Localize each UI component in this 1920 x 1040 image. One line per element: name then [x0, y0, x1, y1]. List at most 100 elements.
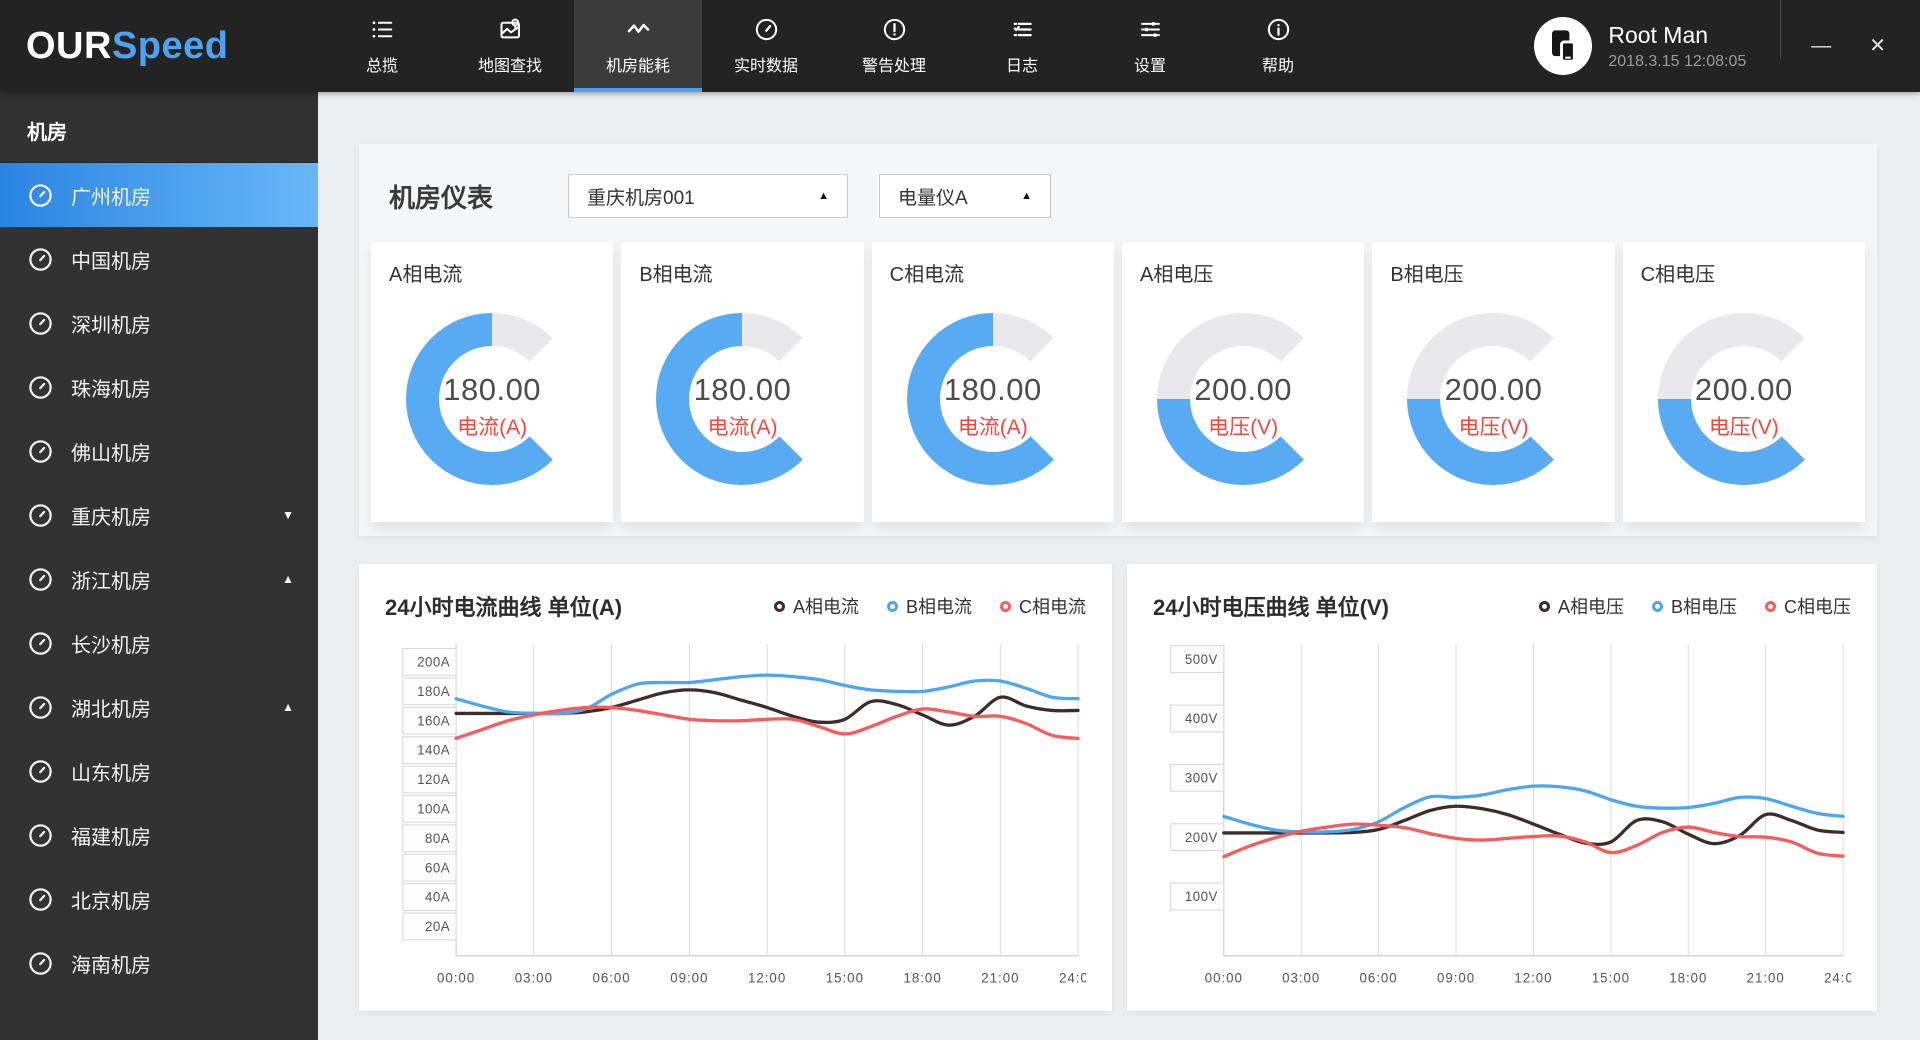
legend-label: B相电流 — [905, 597, 972, 617]
nav-item-overview[interactable]: 总揽 — [318, 0, 446, 92]
svg-text:100A: 100A — [417, 801, 450, 816]
nav-item-label: 实时数据 — [733, 58, 798, 75]
legend-item[interactable]: B相电压 — [1651, 593, 1737, 619]
gauge: 200.00 电压(V) — [1157, 313, 1330, 485]
nav-item-realtime[interactable]: 实时数据 — [702, 0, 830, 92]
gauge: 180.00 电流(A) — [656, 313, 829, 485]
meters-header: 机房仪表 重庆机房001 ▲ 电量仪A ▲ — [371, 170, 1865, 242]
legend-item[interactable]: B相电流 — [886, 593, 972, 619]
gauge-value: 180.00 — [693, 371, 792, 407]
svg-text:24:00: 24:00 — [1824, 970, 1851, 985]
legend-item[interactable]: C相电流 — [1000, 593, 1086, 619]
gauge-card: A相电压 200.00 电压(V) — [1121, 242, 1365, 522]
chevron-up-icon[interactable]: ▲ — [282, 700, 294, 714]
chevron-up-icon[interactable]: ▲ — [282, 572, 294, 586]
list-icon — [369, 16, 396, 43]
gauge-icon — [27, 630, 54, 657]
svg-text:21:00: 21:00 — [1747, 970, 1785, 985]
gauge-unit-label: 电流(A) — [957, 415, 1028, 439]
meter-select-value: 电量仪A — [898, 187, 968, 209]
svg-text:20A: 20A — [425, 919, 451, 934]
sidebar-item[interactable]: 佛山机房 — [0, 419, 318, 483]
sidebar-item[interactable]: 深圳机房 — [0, 291, 318, 355]
charts-row: 24小时电流曲线 单位(A) A相电流 B相电流 C相电流 00:00 03:00 06… — [359, 564, 1877, 1011]
nav-item-label: 机房能耗 — [605, 58, 670, 75]
sidebar-item[interactable]: 山东机房 — [0, 739, 318, 803]
voltage-chart-svg: 00:00 03:00 06:00 09:00 12:00 15:00 18:00 21:00… — [1170, 644, 1851, 986]
gauge-unit-label: 电流(A) — [457, 415, 528, 439]
sidebar-item-label: 山东机房 — [71, 762, 151, 785]
gauge-value: 180.00 — [943, 371, 1042, 407]
gauge: 180.00 电流(A) — [406, 313, 579, 485]
gauge: 200.00 电压(V) — [1657, 313, 1830, 485]
speedometer-icon — [753, 16, 780, 43]
chart-legend: A相电流 B相电流 C相电流 — [773, 593, 1086, 619]
sidebar-item[interactable]: 广州机房 — [0, 163, 318, 227]
sidebar-item[interactable]: 重庆机房 ▼ — [0, 483, 318, 547]
header-divider — [1780, 0, 1782, 58]
legend-item[interactable]: A相电流 — [773, 593, 859, 619]
gauge-icon — [27, 694, 54, 721]
legend-item[interactable]: A相电压 — [1538, 593, 1624, 619]
legend-marker-icon — [1765, 600, 1776, 612]
svg-text:140A: 140A — [417, 742, 450, 757]
chevron-down-icon[interactable]: ▼ — [282, 508, 294, 522]
legend-label: A相电流 — [792, 597, 859, 617]
meters-panel: 机房仪表 重庆机房001 ▲ 电量仪A ▲ A相电流 180.00 电流(A) … — [359, 144, 1877, 536]
sidebar-item-label: 佛山机房 — [71, 442, 151, 465]
gauge-unit-label: 电压(V) — [1208, 415, 1279, 439]
user-block[interactable]: Root Man 2018.3.15 12:08:05 — [1534, 0, 1746, 92]
logo-part-our: OUR — [26, 24, 112, 67]
minimize-button[interactable]: — — [1811, 36, 1831, 56]
svg-text:100V: 100V — [1185, 889, 1218, 904]
gauge-card-title: B相电压 — [1390, 264, 1464, 286]
sidebar-item-label: 广州机房 — [71, 186, 151, 209]
chart-title: 24小时电压曲线 单位(V) — [1153, 595, 1389, 620]
svg-text:15:00: 15:00 — [1592, 970, 1630, 985]
nav-item-alerts[interactable]: 警告处理 — [830, 0, 958, 92]
nav-item-settings[interactable]: 设置 — [1086, 0, 1214, 92]
legend-label: C相电压 — [1784, 597, 1851, 617]
app-logo: OUR Speed — [0, 0, 318, 92]
svg-text:500V: 500V — [1185, 652, 1218, 667]
svg-text:200A: 200A — [417, 654, 450, 669]
svg-text:300V: 300V — [1185, 770, 1218, 785]
gauge-card: C相电压 200.00 电压(V) — [1622, 242, 1865, 522]
svg-text:15:00: 15:00 — [826, 970, 864, 985]
sidebar-item[interactable]: 福建机房 — [0, 803, 318, 867]
gauge-card: B相电流 180.00 电流(A) — [621, 242, 864, 522]
sidebar-item[interactable]: 湖北机房 ▲ — [0, 675, 318, 739]
logo-part-speed: Speed — [111, 24, 229, 67]
chart-title: 24小时电流曲线 单位(A) — [385, 595, 623, 620]
legend-item[interactable]: C相电压 — [1765, 593, 1851, 619]
sidebar: 机房 广州机房 中国机房 深圳机房 珠海机房 佛山机房 重庆机房 ▼ 浙江机房 … — [0, 92, 318, 1040]
sidebar-title: 机房 — [0, 92, 318, 163]
sidebar-item[interactable]: 北京机房 — [0, 867, 318, 931]
gauge-icon — [27, 246, 54, 273]
legend-marker-icon — [773, 600, 785, 612]
gauge-icon — [27, 950, 54, 977]
sidebar-item-label: 重庆机房 — [71, 506, 151, 529]
sidebar-item[interactable]: 中国机房 — [0, 227, 318, 291]
top-nav: 总揽 地图查找 机房能耗 实时数据 警告处理 日志 设置 帮助 — [318, 0, 1342, 92]
sidebar-item[interactable]: 长沙机房 — [0, 611, 318, 675]
nav-item-logs[interactable]: 日志 — [958, 0, 1086, 92]
current-chart-card: 24小时电流曲线 单位(A) A相电流 B相电流 C相电流 00:00 03:00 06… — [359, 564, 1112, 1011]
sidebar-item[interactable]: 浙江机房 ▲ — [0, 547, 318, 611]
close-button[interactable]: ✕ — [1869, 36, 1886, 56]
gauge-value: 200.00 — [1194, 371, 1293, 407]
meter-select[interactable]: 电量仪A ▲ — [879, 174, 1052, 218]
svg-text:12:00: 12:00 — [748, 970, 786, 985]
room-select[interactable]: 重庆机房001 ▲ — [568, 174, 849, 218]
nav-item-energy[interactable]: 机房能耗 — [574, 0, 702, 92]
nav-item-help[interactable]: 帮助 — [1214, 0, 1342, 92]
sidebar-item[interactable]: 珠海机房 — [0, 355, 318, 419]
nav-item-label: 警告处理 — [861, 58, 926, 75]
svg-text:03:00: 03:00 — [1282, 970, 1320, 985]
nav-item-map[interactable]: 地图查找 — [446, 0, 574, 92]
sidebar-item[interactable]: 海南机房 — [0, 931, 318, 995]
gauge-icon — [27, 438, 54, 465]
log-icon — [1009, 16, 1036, 43]
svg-text:200V: 200V — [1185, 829, 1218, 844]
voltage-chart-card: 24小时电压曲线 单位(V) A相电压 B相电压 C相电压 00:00 03:00 06… — [1127, 564, 1877, 1011]
